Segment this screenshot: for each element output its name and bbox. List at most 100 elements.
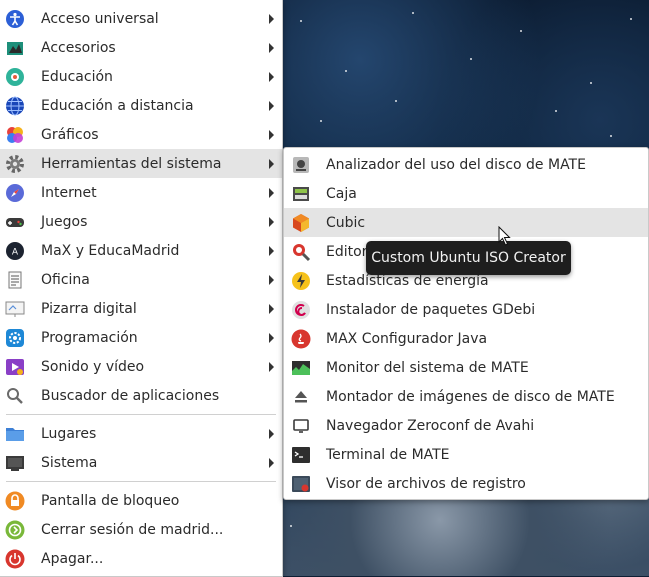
dconf-editor-icon <box>291 242 311 262</box>
gear-icon <box>5 154 25 174</box>
chevron-right-icon <box>269 216 274 227</box>
menu-item-apagar[interactable]: Apagar... <box>0 544 282 573</box>
menu-item-label: Juegos <box>41 213 88 230</box>
submenu-item-label: Terminal de MATE <box>326 446 450 463</box>
menu-item-acceso-universal[interactable]: Acceso universal <box>0 4 282 33</box>
submenu-item-max-java[interactable]: MAX Configurador Java <box>284 324 648 353</box>
menu-item-label: Lugares <box>41 425 97 442</box>
applications-menu: Acceso universal Accesorios Educación Ed… <box>0 0 283 577</box>
submenu-item-label: Visor de archivos de registro <box>326 475 526 492</box>
submenu-item-label: MAX Configurador Java <box>326 330 488 347</box>
chevron-right-icon <box>269 428 274 439</box>
globe-icon <box>5 96 25 116</box>
menu-item-label: MaX y EducaMadrid <box>41 242 180 259</box>
chevron-right-icon <box>269 245 274 256</box>
menu-separator <box>6 414 276 415</box>
menu-item-label: Programación <box>41 329 138 346</box>
mouse-pointer-icon <box>498 226 511 246</box>
compass-icon <box>5 183 25 203</box>
lock-icon <box>5 491 25 511</box>
chevron-right-icon <box>269 274 274 285</box>
submenu-item-disk-image-mounter[interactable]: Montador de imágenes de disco de MATE <box>284 382 648 411</box>
chevron-right-icon <box>269 13 274 24</box>
chevron-right-icon <box>269 42 274 53</box>
menu-item-max-y-educamadrid[interactable]: A MaX y EducaMadrid <box>0 236 282 265</box>
document-icon <box>5 270 25 290</box>
chevron-right-icon <box>269 100 274 111</box>
menu-item-label: Pantalla de bloqueo <box>41 492 180 509</box>
menu-item-lugares[interactable]: Lugares <box>0 419 282 448</box>
logout-icon <box>5 520 25 540</box>
menu-item-label: Acceso universal <box>41 10 159 27</box>
menu-item-label: Pizarra digital <box>41 300 137 317</box>
chevron-right-icon <box>269 71 274 82</box>
monitor-icon <box>5 453 25 473</box>
menu-item-label: Internet <box>41 184 97 201</box>
chevron-right-icon <box>269 303 274 314</box>
menu-item-label: Educación <box>41 68 113 85</box>
menu-item-label: Gráficos <box>41 126 99 143</box>
gamepad-icon <box>5 212 25 232</box>
max-logo-icon: A <box>5 241 25 261</box>
submenu-item-label: Navegador Zeroconf de Avahi <box>326 417 535 434</box>
menu-item-programacion[interactable]: Programación <box>0 323 282 352</box>
menu-item-educacion[interactable]: Educación <box>0 62 282 91</box>
submenu-item-log-viewer[interactable]: Visor de archivos de registro <box>284 469 648 498</box>
tooltip: Custom Ubuntu ISO Creator <box>366 241 571 275</box>
submenu-item-cubic[interactable]: Cubic <box>284 208 648 237</box>
menu-item-sonido-y-video[interactable]: Sonido y vídeo <box>0 352 282 381</box>
menu-item-buscador-de-aplicaciones[interactable]: Buscador de aplicaciones <box>0 381 282 410</box>
folder-icon <box>5 424 25 444</box>
menu-item-pantalla-de-bloqueo[interactable]: Pantalla de bloqueo <box>0 486 282 515</box>
submenu-item-label: Montador de imágenes de disco de MATE <box>326 388 615 405</box>
education-icon <box>5 67 25 87</box>
menu-item-accesorios[interactable]: Accesorios <box>0 33 282 62</box>
chevron-right-icon <box>269 129 274 140</box>
power-statistics-icon <box>291 271 311 291</box>
submenu-item-label: Analizador del uso del disco de MATE <box>326 156 586 173</box>
terminal-icon <box>291 445 311 465</box>
menu-item-graficos[interactable]: Gráficos <box>0 120 282 149</box>
submenu-item-label: Instalador de paquetes GDebi <box>326 301 536 318</box>
chevron-right-icon <box>269 457 274 468</box>
disk-usage-icon <box>291 155 311 175</box>
accessibility-icon <box>5 9 25 29</box>
graphics-icon <box>5 125 25 145</box>
menu-item-pizarra-digital[interactable]: Pizarra digital <box>0 294 282 323</box>
multimedia-icon <box>5 357 25 377</box>
submenu-item-mate-terminal[interactable]: Terminal de MATE <box>284 440 648 469</box>
menu-item-cerrar-sesion[interactable]: Cerrar sesión de madrid... <box>0 515 282 544</box>
menu-item-label: Accesorios <box>41 39 116 56</box>
svg-text:A: A <box>12 247 19 257</box>
whiteboard-icon <box>5 299 25 319</box>
chevron-right-icon <box>269 332 274 343</box>
submenu-item-gdebi[interactable]: Instalador de paquetes GDebi <box>284 295 648 324</box>
menu-item-educacion-a-distancia[interactable]: Educación a distancia <box>0 91 282 120</box>
debian-swirl-icon <box>291 300 311 320</box>
menu-item-label: Apagar... <box>41 550 104 567</box>
menu-item-internet[interactable]: Internet <box>0 178 282 207</box>
java-icon <box>291 329 311 349</box>
log-viewer-icon <box>291 474 311 494</box>
submenu-item-avahi-browser[interactable]: Navegador Zeroconf de Avahi <box>284 411 648 440</box>
menu-item-sistema[interactable]: Sistema <box>0 448 282 477</box>
menu-item-label: Oficina <box>41 271 90 288</box>
chevron-right-icon <box>269 361 274 372</box>
submenu-item-system-monitor[interactable]: Monitor del sistema de MATE <box>284 353 648 382</box>
submenu-item-caja[interactable]: Caja <box>284 179 648 208</box>
submenu-item-disk-usage-analyzer[interactable]: Analizador del uso del disco de MATE <box>284 150 648 179</box>
programming-icon <box>5 328 25 348</box>
menu-item-label: Cerrar sesión de madrid... <box>41 521 224 538</box>
menu-item-juegos[interactable]: Juegos <box>0 207 282 236</box>
menu-item-label: Sistema <box>41 454 98 471</box>
menu-item-herramientas-del-sistema[interactable]: Herramientas del sistema <box>0 149 282 178</box>
power-icon <box>5 549 25 569</box>
menu-item-oficina[interactable]: Oficina <box>0 265 282 294</box>
menu-separator <box>6 481 276 482</box>
disk-image-mounter-icon <box>291 387 311 407</box>
search-icon <box>5 386 25 406</box>
cubic-icon <box>291 213 311 233</box>
submenu-item-label: Cubic <box>326 214 366 231</box>
avahi-icon <box>291 416 311 436</box>
chevron-right-icon <box>269 187 274 198</box>
